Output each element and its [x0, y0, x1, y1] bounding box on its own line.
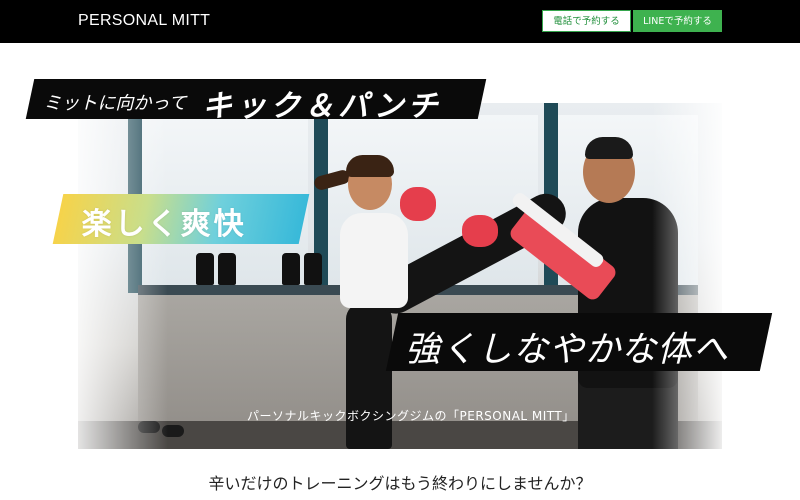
lead-heading: 辛いだけのトレーニングはもう終わりにしませんか？ [208, 474, 592, 493]
image-fade [78, 103, 168, 449]
image-fade [652, 103, 722, 449]
hero-image [78, 103, 722, 449]
headline-banner: ミットに向かって キック＆パンチ [25, 79, 487, 124]
strong-body-text: 強くしなやかな体へ [405, 330, 730, 370]
boxing-glove [400, 187, 436, 221]
fun-banner-text: 楽しく爽快 [81, 207, 247, 242]
boots [196, 253, 214, 285]
phone-reservation-button[interactable]: 電話で予約する [542, 10, 631, 32]
fun-banner: 楽しく爽快 [52, 194, 310, 244]
brand-logo[interactable]: PERSONAL MITT [78, 12, 210, 30]
boots [282, 253, 300, 285]
fighter [346, 303, 392, 449]
fighter [340, 213, 408, 308]
hero-caption: パーソナルキックボクシングジムの「PERSONAL MITT」 [247, 409, 575, 423]
headline-small-text: ミットに向かって [43, 93, 187, 114]
boots [304, 253, 322, 285]
top-navigation-bar: PERSONAL MITT 電話で予約する LINEで予約する [0, 0, 800, 43]
line-reservation-button[interactable]: LINEで予約する [633, 10, 722, 32]
strong-body-banner: 強くしなやかな体へ [385, 313, 773, 371]
fighter [346, 155, 394, 177]
headline-big-text: キック＆パンチ [202, 89, 442, 124]
boots [218, 253, 236, 285]
boxing-glove [462, 215, 498, 247]
trainer [585, 137, 633, 159]
